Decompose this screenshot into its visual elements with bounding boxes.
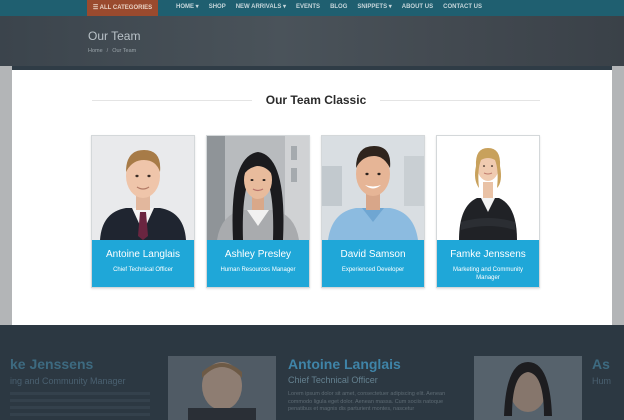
team-card[interactable]: David Samson Experienced Developer	[321, 135, 425, 288]
bg-center-member-bio: Lorem ipsum dolor sit amet, consectetuer…	[288, 391, 446, 412]
person-photo-icon	[322, 136, 424, 240]
team-card[interactable]: Famke Jenssens Marketing and Community M…	[436, 135, 540, 288]
member-name: Antoine Langlais	[106, 249, 180, 260]
breadcrumb-current: Our Team	[112, 48, 137, 54]
top-navigation: ☰ ALL CATEGORIES HOME ▾ SHOP NEW ARRIVAL…	[0, 0, 624, 16]
member-role: Human Resources Manager	[220, 267, 296, 273]
section-heading: Our Team Classic	[92, 92, 540, 108]
member-photo	[437, 136, 539, 240]
person-photo-icon	[92, 136, 194, 240]
person-photo-icon	[437, 136, 539, 240]
member-photo	[207, 136, 309, 240]
overlay-left-edge	[0, 66, 12, 325]
overlay-right-edge	[612, 66, 624, 325]
breadcrumb: Home / Our Team	[88, 48, 136, 54]
bg-right-member-name: As	[592, 356, 610, 372]
member-role: Chief Technical Officer	[113, 267, 173, 273]
member-photo	[322, 136, 424, 240]
member-name: Famke Jenssens	[450, 249, 526, 260]
team-card[interactable]: Ashley Presley Human Resources Manager	[206, 135, 310, 288]
nav-item-contact-us[interactable]: CONTACT US	[443, 0, 482, 16]
nav-item-new-arrivals[interactable]: NEW ARRIVALS ▾	[236, 0, 286, 16]
person-photo-icon	[168, 356, 276, 420]
bg-center-member-name: Antoine Langlais	[288, 356, 401, 372]
bg-left-member-text	[10, 392, 150, 420]
breadcrumb-home[interactable]: Home	[88, 48, 103, 54]
member-name: David Samson	[340, 249, 406, 260]
nav-menu: HOME ▾ SHOP NEW ARRIVALS ▾ EVENTS BLOG S…	[176, 0, 482, 16]
bg-left-member-role: ing and Community Manager	[10, 376, 126, 386]
bg-member-photo	[168, 356, 276, 420]
member-info: Famke Jenssens Marketing and Community M…	[437, 240, 539, 287]
member-photo	[92, 136, 194, 240]
person-photo-icon	[207, 136, 309, 240]
member-role: Experienced Developer	[341, 267, 405, 273]
team-card[interactable]: Antoine Langlais Chief Technical Officer	[91, 135, 195, 288]
bg-center-member-role: Chief Technical Officer	[288, 375, 378, 385]
team-classic-panel: Our Team Classic Antoine Langlais Chief …	[12, 70, 612, 325]
member-info: David Samson Experienced Developer	[322, 240, 424, 287]
member-role: Marketing and Community Manager	[452, 267, 524, 281]
bg-member-photo-2	[474, 356, 582, 420]
nav-item-snippets[interactable]: SNIPPETS ▾	[357, 0, 391, 16]
nav-item-home[interactable]: HOME ▾	[176, 0, 199, 16]
bg-right-member-role: Hum	[592, 376, 612, 386]
heading-divider-right	[380, 100, 540, 101]
nav-item-shop[interactable]: SHOP	[209, 0, 226, 16]
all-categories-button[interactable]: ☰ ALL CATEGORIES	[87, 0, 158, 16]
member-info: Antoine Langlais Chief Technical Officer	[92, 240, 194, 287]
bg-left-member-name: ke Jenssens	[10, 356, 94, 372]
member-name: Ashley Presley	[224, 249, 292, 260]
member-info: Ashley Presley Human Resources Manager	[207, 240, 309, 287]
page-header: Our Team Home / Our Team	[0, 16, 624, 66]
nav-item-events[interactable]: EVENTS	[296, 0, 320, 16]
nav-item-about-us[interactable]: ABOUT US	[402, 0, 433, 16]
breadcrumb-separator: /	[106, 48, 109, 54]
page-title: Our Team	[88, 29, 141, 43]
team-card-list: Antoine Langlais Chief Technical Officer	[91, 135, 540, 288]
person-photo-icon	[474, 356, 582, 420]
nav-item-blog[interactable]: BLOG	[330, 0, 347, 16]
